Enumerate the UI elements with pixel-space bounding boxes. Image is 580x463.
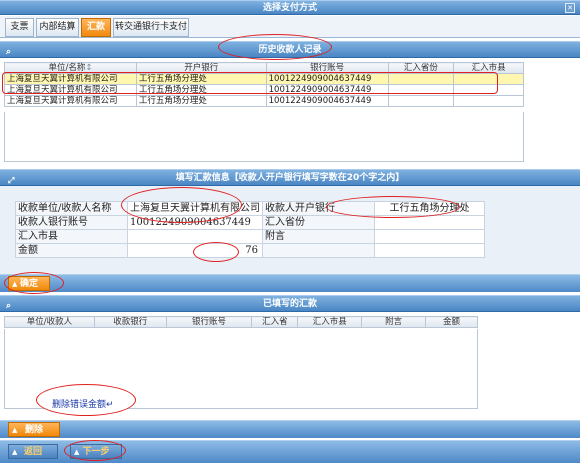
confirm-bar: ▲ 确定 [0,274,580,292]
column-header-bank[interactable]: 开户银行 [135,62,267,74]
close-icon[interactable]: ✕ [565,3,575,13]
table-row[interactable]: 上海复旦天翼计算机有限公司 工行五角场分理处 10012249090046374… [4,95,524,107]
history-panel-title: 历史收款人记录 [258,45,322,55]
payment-method-tabs: 支票 内部结算 汇款 转交通银行卡支付 [0,16,580,38]
cell-city [453,84,524,96]
cell-bank: 工行五角场分理处 [135,84,267,96]
cell-account: 1001224909004637449 [265,95,389,107]
cell-province [387,84,455,96]
bottom-nav-bar: ▲ 返回 ▲ 下一步 [0,440,580,463]
table-row[interactable]: 上海复旦天翼计算机有限公司 工行五角场分理处 10012249090046374… [4,84,524,96]
delete-button[interactable]: ▲ 删除 [8,422,60,437]
column-header-amount[interactable]: 金额 [425,316,478,328]
cell-account: 1001224909004637449 [265,84,389,96]
cell-bank: 工行五角场分理处 [135,95,267,107]
cell-province [387,73,455,85]
cell-province [387,95,455,107]
cell-name: 上海复旦天翼计算机有限公司 [4,73,137,85]
cell-bank: 工行五角场分理处 [135,73,267,85]
expand-icon: ▲ [12,426,18,434]
remark-field[interactable] [374,229,485,244]
window-title: 选择支付方式 [262,3,317,13]
confirm-button[interactable]: ▲ 确定 [8,276,50,291]
tab-remittance[interactable]: 汇款 [81,18,111,37]
cell-name: 上海复旦天翼计算机有限公司 [4,84,137,96]
amount-field[interactable]: 76 [127,243,263,258]
cell-city [453,95,524,107]
column-header-account[interactable]: 银行账号 [165,316,253,328]
expand-icon: ▲ [74,448,80,456]
history-table-empty-area [4,112,524,162]
remark-label: 附言 [262,229,375,244]
history-panel-header: ⌕ 历史收款人记录 [0,41,580,58]
expand-icon: ▲ [12,448,18,456]
remittance-form-header: ⤢ 填写汇款信息【收款人开户银行填写字数在20个字之内】 [0,169,580,186]
cell-name: 上海复旦天翼计算机有限公司 [4,95,137,107]
cell-account: 1001224909004637449 [265,73,389,85]
delete-bar: ▲ 删除 [0,420,580,438]
column-header-remark[interactable]: 附言 [361,316,427,328]
expand-icon: ▲ [12,280,18,288]
search-icon[interactable]: ⌕ [6,298,11,314]
sort-icon[interactable]: ↕ [85,63,92,73]
amount-label: 金额 [15,243,128,258]
remittance-form-title: 填写汇款信息【收款人开户银行填写字数在20个字之内】 [175,173,405,183]
window-title-bar: 选择支付方式 ✕ [0,0,580,15]
next-button[interactable]: ▲ 下一步 [70,444,122,459]
filled-table-header: 单位/收款人 收款银行 银行账号 汇入省 汇入市县 附言 金额 [4,316,478,328]
payee-name-field[interactable]: 上海复旦天翼计算机有限公司 [127,201,263,216]
filled-panel-header: ⌕ 已填写的汇款 [0,295,580,312]
history-table-header: 单位/名称↕ 开户银行 银行账号 汇入省份 汇入市县 [4,62,524,74]
city-label: 汇入市县 [15,229,128,244]
column-header-name[interactable]: 单位/名称↕ [4,62,137,74]
remittance-form: 收款单位/收款人名称 上海复旦天翼计算机有限公司 收款人开户银行 工行五角场分理… [0,186,580,274]
filled-panel-title: 已填写的汇款 [262,299,317,309]
back-button[interactable]: ▲ 返回 [8,444,58,459]
column-header-province[interactable]: 汇入省份 [387,62,455,74]
column-header-province[interactable]: 汇入省 [251,316,299,328]
tab-check[interactable]: 支票 [5,18,34,37]
province-field[interactable] [374,215,485,230]
search-icon[interactable]: ⌕ [6,44,11,60]
province-label: 汇入省份 [262,215,375,230]
table-row[interactable]: 上海复旦天翼计算机有限公司 工行五角场分理处 10012249090046374… [4,73,524,85]
column-header-account[interactable]: 银行账号 [265,62,389,74]
account-label: 收款人银行账号 [15,215,128,230]
account-field[interactable]: 1001224909004637449 [127,215,263,230]
tab-bocom-card[interactable]: 转交通银行卡支付 [113,18,189,37]
city-field[interactable] [127,229,263,244]
tab-internal-settlement[interactable]: 内部结算 [36,18,79,37]
column-header-payee[interactable]: 单位/收款人 [4,316,95,328]
payee-bank-field[interactable]: 工行五角场分理处 [374,201,485,216]
column-header-city[interactable]: 汇入市县 [297,316,363,328]
history-table: 单位/名称↕ 开户银行 银行账号 汇入省份 汇入市县 上海复旦天翼计算机有限公司… [4,62,524,107]
column-header-bank[interactable]: 收款银行 [93,316,167,328]
remittance-form-table: 收款单位/收款人名称 上海复旦天翼计算机有限公司 收款人开户银行 工行五角场分理… [15,201,485,258]
filled-table: 单位/收款人 收款银行 银行账号 汇入省 汇入市县 附言 金额 [4,316,478,328]
cell-city [453,73,524,85]
annotation-note: 删除错误金额↵ [52,400,114,410]
payee-name-label: 收款单位/收款人名称 [15,201,128,216]
payee-bank-label: 收款人开户银行 [262,201,375,216]
column-header-city[interactable]: 汇入市县 [453,62,524,74]
